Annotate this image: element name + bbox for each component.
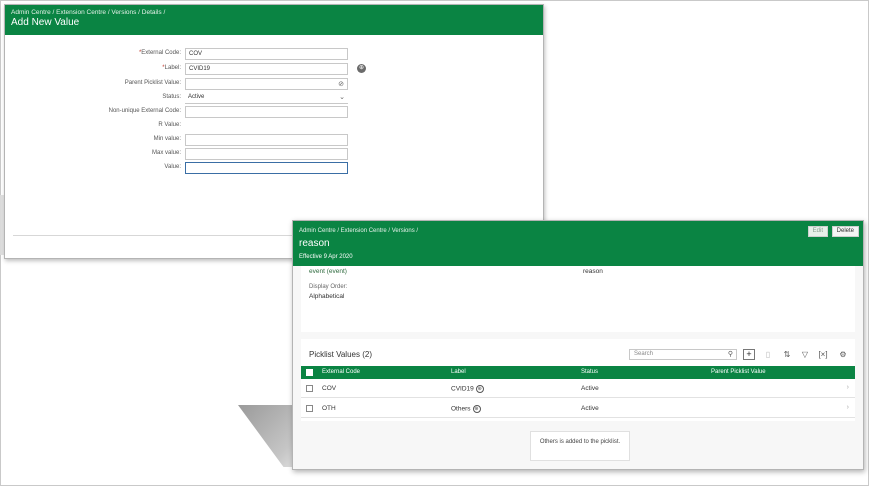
non-unique-code-input[interactable] [185, 106, 348, 118]
event-value: reason [583, 268, 603, 275]
column-parent-picklist-value[interactable]: Parent Picklist Value [711, 369, 766, 375]
label-field-label: *Label: [162, 65, 181, 71]
breadcrumb[interactable]: Admin Centre / Extension Centre / Versio… [11, 9, 165, 16]
globe-icon[interactable]: ⊕ [357, 64, 366, 73]
min-value-row: Min value: [5, 134, 543, 146]
row-checkbox[interactable] [306, 385, 313, 392]
event-link[interactable]: event (event) [309, 268, 347, 275]
label-row: *Label: CVID19 ⊕ [5, 63, 543, 75]
effective-date: Effective 9 Apr 2020 [299, 254, 353, 260]
select-all-checkbox[interactable] [306, 369, 313, 376]
value-input[interactable] [185, 162, 348, 174]
picklist-values-section: Picklist Values (2) Search ⚲ + ▯ ⇅ ▽ [×]… [301, 339, 855, 421]
link-icon[interactable]: ⊘ [338, 80, 344, 88]
column-status[interactable]: Status [581, 369, 598, 375]
settings-icon[interactable]: ⚙ [837, 349, 849, 360]
display-order-label: Display Order: [309, 284, 348, 290]
picklist-header: Admin Centre / Extension Centre / Versio… [293, 221, 863, 266]
parent-picklist-row: Parent Picklist Value: ⊘ [5, 78, 543, 90]
row-label: CVID19 ⊕ [451, 385, 484, 393]
r-value-label: R Value: [158, 122, 181, 128]
status-label: Status: [162, 94, 181, 100]
max-value-label: Max value: [151, 150, 181, 156]
search-icon[interactable]: ⚲ [728, 350, 733, 358]
section-title: Picklist Values (2) [309, 350, 372, 359]
value-label: Value: [164, 164, 181, 170]
external-code-input[interactable]: COV [185, 48, 348, 60]
row-status: Active [581, 385, 599, 392]
row-code: OTH [322, 405, 336, 412]
breadcrumb[interactable]: Admin Centre / Extension Centre / Versio… [299, 228, 418, 234]
max-value-input[interactable] [185, 148, 348, 160]
page-title: reason [299, 238, 330, 249]
edit-button[interactable]: Edit [807, 226, 828, 237]
chevron-down-icon: ⌄ [339, 94, 345, 101]
external-code-label: *External Code: [138, 50, 181, 56]
parent-picklist-label: Parent Picklist Value: [124, 80, 181, 86]
max-value-row: Max value: [5, 148, 543, 160]
filter-icon[interactable]: ▽ [799, 349, 811, 360]
chevron-right-icon[interactable]: › [847, 404, 849, 411]
page-title: Add New Value [11, 17, 80, 28]
search-input[interactable]: Search ⚲ [629, 349, 737, 360]
add-value-header: Admin Centre / Extension Centre / Versio… [5, 5, 543, 35]
non-unique-code-label: Non-unique External Code: [108, 108, 181, 114]
trash-icon[interactable]: ▯ [762, 349, 774, 360]
row-label: Others ⊕ [451, 405, 481, 413]
picklist-details: event (event) reason Display Order: Alph… [301, 266, 855, 332]
row-status: Active [581, 405, 599, 412]
toast-message: Others is added to the picklist. [530, 431, 630, 461]
picklist-window: Admin Centre / Extension Centre / Versio… [292, 220, 864, 470]
sort-icon[interactable]: ⇅ [781, 349, 793, 360]
value-row: Value: [5, 162, 543, 174]
label-input[interactable]: CVID19 [185, 63, 348, 75]
row-checkbox[interactable] [306, 405, 313, 412]
non-unique-code-row: Non-unique External Code: [5, 106, 543, 118]
delete-button[interactable]: Delete [831, 226, 859, 237]
columns-icon[interactable]: [×] [817, 349, 829, 360]
parent-picklist-input[interactable]: ⊘ [185, 78, 348, 90]
column-label[interactable]: Label [451, 369, 466, 375]
globe-icon[interactable]: ⊕ [475, 385, 484, 393]
table-row[interactable]: COV CVID19 ⊕ Active › [301, 379, 855, 398]
display-order-value: Alphabetical [309, 293, 345, 300]
table-row[interactable]: OTH Others ⊕ Active › [301, 399, 855, 418]
status-select[interactable]: Active ⌄ [185, 92, 348, 104]
min-value-input[interactable] [185, 134, 348, 146]
globe-icon[interactable]: ⊕ [472, 405, 481, 413]
add-icon[interactable]: + [743, 349, 755, 360]
column-external-code[interactable]: External Code [322, 369, 360, 375]
chevron-right-icon[interactable]: › [847, 384, 849, 391]
r-value-row: R Value: [5, 120, 543, 132]
row-code: COV [322, 385, 337, 392]
status-row: Status: Active ⌄ [5, 92, 543, 104]
external-code-row: *External Code: COV [5, 48, 543, 60]
table-header: External Code Label Status Parent Pickli… [301, 366, 855, 379]
min-value-label: Min value: [153, 136, 181, 142]
